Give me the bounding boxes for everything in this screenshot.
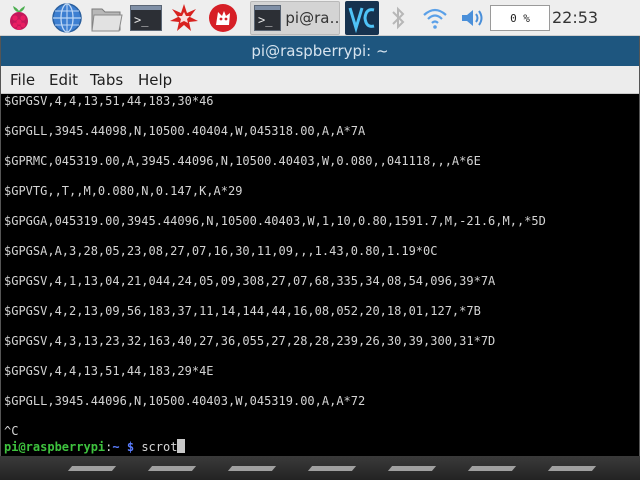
volume-icon[interactable] xyxy=(458,3,488,33)
terminal-icon: >_ xyxy=(254,5,282,31)
menu-help[interactable]: Help xyxy=(138,66,172,94)
output-line: $GPGLL,3945.44096,N,10500.40403,W,045319… xyxy=(4,394,366,408)
prompt-symbol: $ xyxy=(119,440,142,454)
output-line: $GPGSV,4,4,13,51,44,183,29*4E xyxy=(4,364,214,378)
menu-edit[interactable]: Edit xyxy=(49,66,78,94)
terminal-window: pi@raspberrypi: ~ File Edit Tabs Help $G… xyxy=(0,36,640,460)
window-title: pi@raspberrypi: ~ xyxy=(251,42,389,60)
taskbar-item-terminal[interactable]: >_ pi@ra… xyxy=(250,1,340,35)
output-line: $GPGSV,4,1,13,04,21,044,24,05,09,308,27,… xyxy=(4,274,496,288)
clock[interactable]: 22:53 xyxy=(552,6,598,30)
web-browser-icon[interactable] xyxy=(50,3,84,33)
terminal-output[interactable]: $GPGSV,4,4,13,51,44,183,30*46 $GPGLL,394… xyxy=(1,94,639,456)
taskbar-item-label: pi@ra… xyxy=(285,9,339,27)
output-line: $GPGLL,3945.44098,N,10500.40404,W,045318… xyxy=(4,124,366,138)
bluetooth-icon[interactable] xyxy=(386,3,410,33)
output-line: $GPVTG,,T,,M,0.080,N,0.147,K,A*29 xyxy=(4,184,243,198)
terminal-icon[interactable]: >_ xyxy=(129,3,163,33)
output-line: $GPGSV,4,4,13,51,44,183,30*46 xyxy=(4,94,214,108)
window-titlebar[interactable]: pi@raspberrypi: ~ xyxy=(1,36,639,66)
file-manager-icon[interactable] xyxy=(90,3,124,33)
top-panel: >_ >_ pi@ra… 0 % 22:53 xyxy=(0,0,640,36)
desktop-background xyxy=(0,456,640,480)
mathematica-icon[interactable] xyxy=(206,3,240,33)
wifi-icon[interactable] xyxy=(420,3,450,33)
vnc-icon[interactable] xyxy=(344,1,380,35)
prompt-path: ~ xyxy=(112,440,120,454)
cpu-usage-monitor[interactable]: 0 % xyxy=(490,5,550,31)
menu-tabs[interactable]: Tabs xyxy=(90,66,123,94)
text-cursor xyxy=(177,439,186,453)
output-line: $GPGGA,045319.00,3945.44096,N,10500.4040… xyxy=(4,214,546,228)
output-line: $GPRMC,045319.00,A,3945.44096,N,10500.40… xyxy=(4,154,481,168)
raspberry-menu-icon[interactable] xyxy=(4,3,34,33)
output-line: $GPGSA,A,3,28,05,23,08,27,07,16,30,11,09… xyxy=(4,244,438,258)
menu-file[interactable]: File xyxy=(10,66,35,94)
output-line: $GPGSV,4,2,13,09,56,183,37,11,14,144,44,… xyxy=(4,304,481,318)
interrupt-line: ^C xyxy=(4,424,19,438)
typed-command: scrot xyxy=(141,440,178,454)
output-line: $GPGSV,4,3,13,23,32,163,40,27,36,055,27,… xyxy=(4,334,496,348)
prompt-user: pi@raspberrypi xyxy=(4,440,106,454)
wolfram-icon[interactable] xyxy=(167,3,201,33)
prompt-line[interactable]: pi@raspberrypi:~ $ scrot xyxy=(4,439,186,455)
menu-bar: File Edit Tabs Help xyxy=(1,66,639,94)
